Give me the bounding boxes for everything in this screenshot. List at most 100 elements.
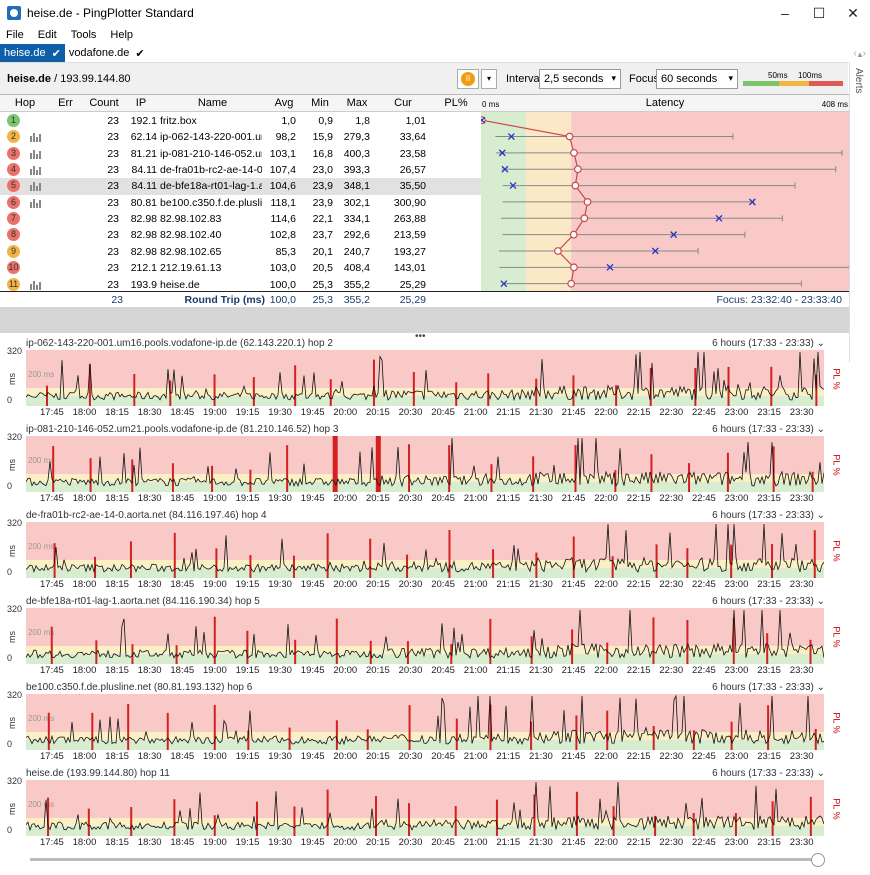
col-cur[interactable]: Cur	[378, 97, 428, 109]
target-tabs: heise.de ✔ vodafone.de ✔ ‹ ›	[0, 44, 870, 62]
hop-number-badge: 8	[7, 228, 20, 242]
timeline-graph[interactable]: heise.de (193.99.144.80) hop 11 6 hours …	[0, 768, 849, 854]
time-tick-label: 21:30	[529, 579, 553, 590]
time-tick-label: 21:15	[496, 407, 521, 418]
hop-row[interactable]: 8 23 82.98 82.98.102.40 102,8 23,7 292,6 213,59	[0, 227, 481, 243]
hop-row[interactable]: 9 23 82.98 82.98.102.65 85,3 20,1 240,7 193,27	[0, 244, 481, 260]
cell-min: 23,7	[312, 229, 333, 242]
timeline-bad-zone	[26, 780, 824, 818]
graph-range[interactable]: 6 hours (17:33 - 23:33) ⌄	[712, 510, 825, 521]
hop-row[interactable]: 3 23 81.21 ip-081-210-146-052.ur 103,1 16,8 40…	[0, 146, 481, 162]
hop-row[interactable]: 4 23 84.11 de-fra01b-rc2-ae-14-0. 107,4 23,0 3…	[0, 162, 481, 178]
tab-vodafone[interactable]: vodafone.de ✔	[65, 44, 149, 62]
y-zero-label: 0	[7, 825, 13, 835]
col-max[interactable]: Max	[340, 97, 374, 109]
hop-avg-point	[583, 198, 592, 206]
graph-range[interactable]: 6 hours (17:33 - 23:33) ⌄	[712, 596, 825, 607]
packet-loss-bar	[694, 367, 697, 406]
y-zero-label: 0	[7, 653, 13, 663]
target-header: heise.de / 193.99.144.80 II ▾ Interval 2…	[0, 62, 848, 94]
time-tick-label: 23:15	[757, 407, 781, 418]
minimize-button[interactable]: –	[768, 0, 802, 26]
graph-range[interactable]: 6 hours (17:33 - 23:33) ⌄	[712, 682, 825, 693]
menu-help[interactable]: Help	[110, 29, 133, 41]
pl-axis-label: PL %	[831, 798, 842, 820]
graph-range[interactable]: 6 hours (17:33 - 23:33) ⌄	[712, 768, 825, 779]
hop-row[interactable]: 10 23 212.1 212.19.61.13 103,0 20,5 408,4 143,0…	[0, 260, 481, 276]
time-tick-label: 22:15	[626, 837, 651, 848]
time-tick-label: 19:45	[300, 665, 325, 676]
bar-chart-icon[interactable]	[30, 280, 42, 290]
menu-file[interactable]: File	[6, 29, 24, 41]
scroll-up-icon[interactable]: ▲	[856, 50, 866, 60]
graph-title: ip-081-210-146-052.um21.pools.vodafone-i…	[26, 424, 339, 435]
timeline-good-zone	[26, 396, 824, 406]
time-tick-label: 18:45	[170, 751, 195, 762]
y-mid-label: 200 ms	[28, 800, 54, 809]
tab-heise[interactable]: heise.de ✔	[0, 44, 65, 62]
cell-max: 1,8	[355, 115, 370, 127]
time-tick-label: 21:45	[561, 751, 586, 762]
time-tick-label: 22:45	[692, 837, 716, 848]
menu-tools[interactable]: Tools	[71, 29, 97, 41]
time-tick-label: 18:15	[105, 751, 129, 762]
time-tick-label: 19:00	[203, 665, 227, 676]
timeline-graph[interactable]: de-fra01b-rc2-ae-14-0.aorta.net (84.116.…	[0, 510, 849, 596]
col-avg[interactable]: Avg	[268, 97, 300, 109]
timeline-graph[interactable]: ip-062-143-220-001.um16.pools.vodafone-i…	[0, 338, 849, 424]
col-pl[interactable]: PL%	[432, 97, 480, 109]
alerts-panel[interactable]: Alerts	[849, 62, 870, 362]
packet-loss-bar	[487, 373, 490, 406]
graph-range[interactable]: 6 hours (17:33 - 23:33) ⌄	[712, 424, 825, 435]
cell-avg: 118,1	[270, 196, 297, 209]
pause-dropdown[interactable]: ▾	[481, 69, 497, 89]
packet-loss-bar	[52, 446, 55, 492]
cell-count: 23	[107, 262, 119, 275]
interval-select[interactable]: 2,5 seconds	[539, 69, 621, 89]
bar-chart-icon[interactable]	[30, 165, 42, 176]
grid-empty-area	[0, 307, 849, 333]
round-trip-row: 23 Round Trip (ms) 100,0 25,3 355,2 25,2…	[0, 291, 849, 307]
cell-count: 23	[107, 180, 119, 193]
bar-chart-icon[interactable]	[30, 198, 42, 208]
time-tick-label: 19:00	[203, 579, 227, 590]
cell-name: de-fra01b-rc2-ae-14-0.	[160, 164, 262, 177]
timeline-graph[interactable]: be100.c350.f.de.plusline.net (80.81.193.…	[0, 682, 849, 768]
hop-row[interactable]: 2 23 62.14 ip-062-143-220-001.ur 98,2 15,9 279…	[0, 129, 481, 145]
graph-range[interactable]: 6 hours (17:33 - 23:33) ⌄	[712, 338, 825, 349]
timeline-graph[interactable]: ip-081-210-146-052.um21.pools.vodafone-i…	[0, 424, 849, 510]
col-hop[interactable]: Hop	[5, 97, 45, 109]
packet-loss-bar	[130, 807, 133, 836]
bar-chart-icon[interactable]	[30, 132, 42, 143]
pause-button[interactable]: II	[457, 69, 479, 89]
col-err[interactable]: Err	[48, 97, 83, 109]
bar-chart-icon[interactable]	[30, 149, 42, 159]
col-ip[interactable]: IP	[125, 97, 157, 109]
time-slider-track[interactable]	[30, 858, 820, 861]
time-tick-label: 18:45	[170, 493, 195, 504]
hop-row[interactable]: 1 23 192.1 fritz.box 1,0 0,9 1,8 1,01	[0, 113, 481, 129]
col-min[interactable]: Min	[303, 97, 337, 109]
packet-loss-bar	[47, 712, 50, 750]
bar-chart-icon[interactable]	[30, 181, 42, 192]
hop-row[interactable]: 7 23 82.98 82.98.102.83 114,6 22,1 334,1 263,88	[0, 211, 481, 227]
close-button[interactable]: ✕	[836, 0, 870, 26]
packet-loss-bar	[213, 374, 216, 406]
hop-row[interactable]: 6 23 80.81be100.c350.f.de.plusline 118,1 23,…	[0, 195, 481, 211]
packet-loss-bar	[575, 791, 578, 836]
cell-name: 82.98.102.40	[160, 229, 222, 242]
menu-edit[interactable]: Edit	[38, 29, 57, 41]
packet-loss-bar	[734, 813, 737, 836]
title-bar: heise.de - PingPlotter Standard – ☐ ✕	[0, 0, 870, 26]
focus-select[interactable]: 60 seconds	[656, 69, 738, 89]
hop-row[interactable]: 5 23 84.11 de-bfe18a-rt01-lag-1.a 104,6 23,9 3…	[0, 178, 481, 195]
timeline-graph[interactable]: de-bfe18a-rt01-lag-1.aorta.net (84.116.1…	[0, 596, 849, 682]
time-slider-knob[interactable]	[811, 853, 825, 867]
cell-max: 240,7	[343, 245, 370, 258]
col-count[interactable]: Count	[85, 97, 123, 109]
graph-title: heise.de (193.99.144.80) hop 11	[26, 768, 170, 779]
maximize-button[interactable]: ☐	[802, 0, 836, 26]
col-name[interactable]: Name	[160, 97, 265, 109]
time-tick-label: 21:30	[529, 407, 553, 418]
time-tick-label: 20:45	[431, 837, 455, 848]
